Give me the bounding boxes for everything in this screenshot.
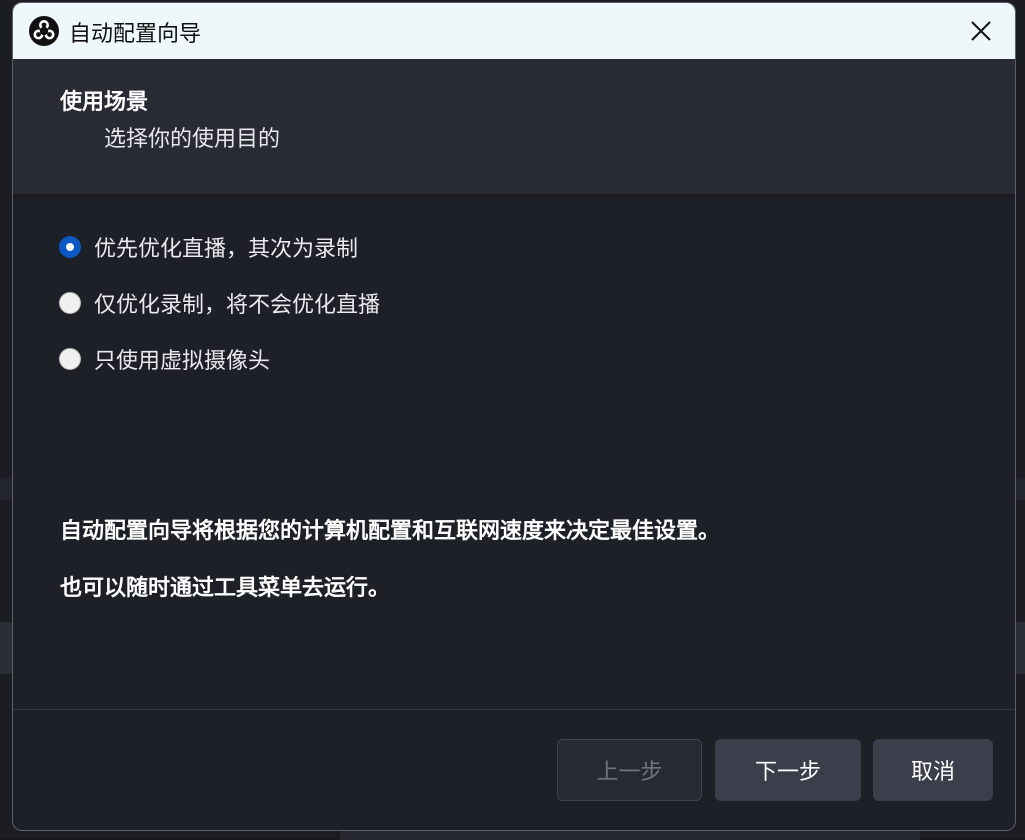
option-label: 优先优化直播，其次为录制 (94, 237, 359, 262)
radio-button[interactable] (59, 348, 81, 370)
auto-config-wizard-dialog: 自动配置向导 使用场景 选择你的使用目的 优先优化直播，其次为录制 仅优化录制，… (12, 2, 1016, 831)
option-virtual-camera[interactable]: 只使用虚拟摄像头 (59, 344, 270, 374)
close-button[interactable] (957, 13, 1005, 49)
cancel-button[interactable]: 取消 (873, 739, 993, 801)
footer-divider (13, 709, 1015, 710)
option-label: 仅优化录制，将不会优化直播 (94, 293, 381, 318)
close-icon (971, 21, 991, 41)
radio-button-checked[interactable] (59, 236, 81, 258)
page-title: 使用场景 (60, 90, 149, 115)
option-stream-priority[interactable]: 优先优化直播，其次为录制 (59, 232, 358, 262)
option-label: 只使用虚拟摄像头 (94, 349, 271, 374)
info-text-line1: 自动配置向导将根据您的计算机配置和互联网速度来决定最佳设置。 (60, 519, 721, 544)
obs-logo-icon (29, 16, 59, 46)
title-bar: 自动配置向导 (13, 3, 1015, 59)
option-recording-only[interactable]: 仅优化录制，将不会优化直播 (59, 288, 380, 318)
page-header: 使用场景 选择你的使用目的 (13, 59, 1015, 198)
window-title: 自动配置向导 (69, 22, 202, 47)
radio-button[interactable] (59, 292, 81, 314)
next-button[interactable]: 下一步 (715, 739, 861, 801)
page-subtitle: 选择你的使用目的 (104, 127, 281, 152)
info-text-line2: 也可以随时通过工具菜单去运行。 (60, 576, 391, 601)
back-button[interactable]: 上一步 (557, 739, 702, 801)
